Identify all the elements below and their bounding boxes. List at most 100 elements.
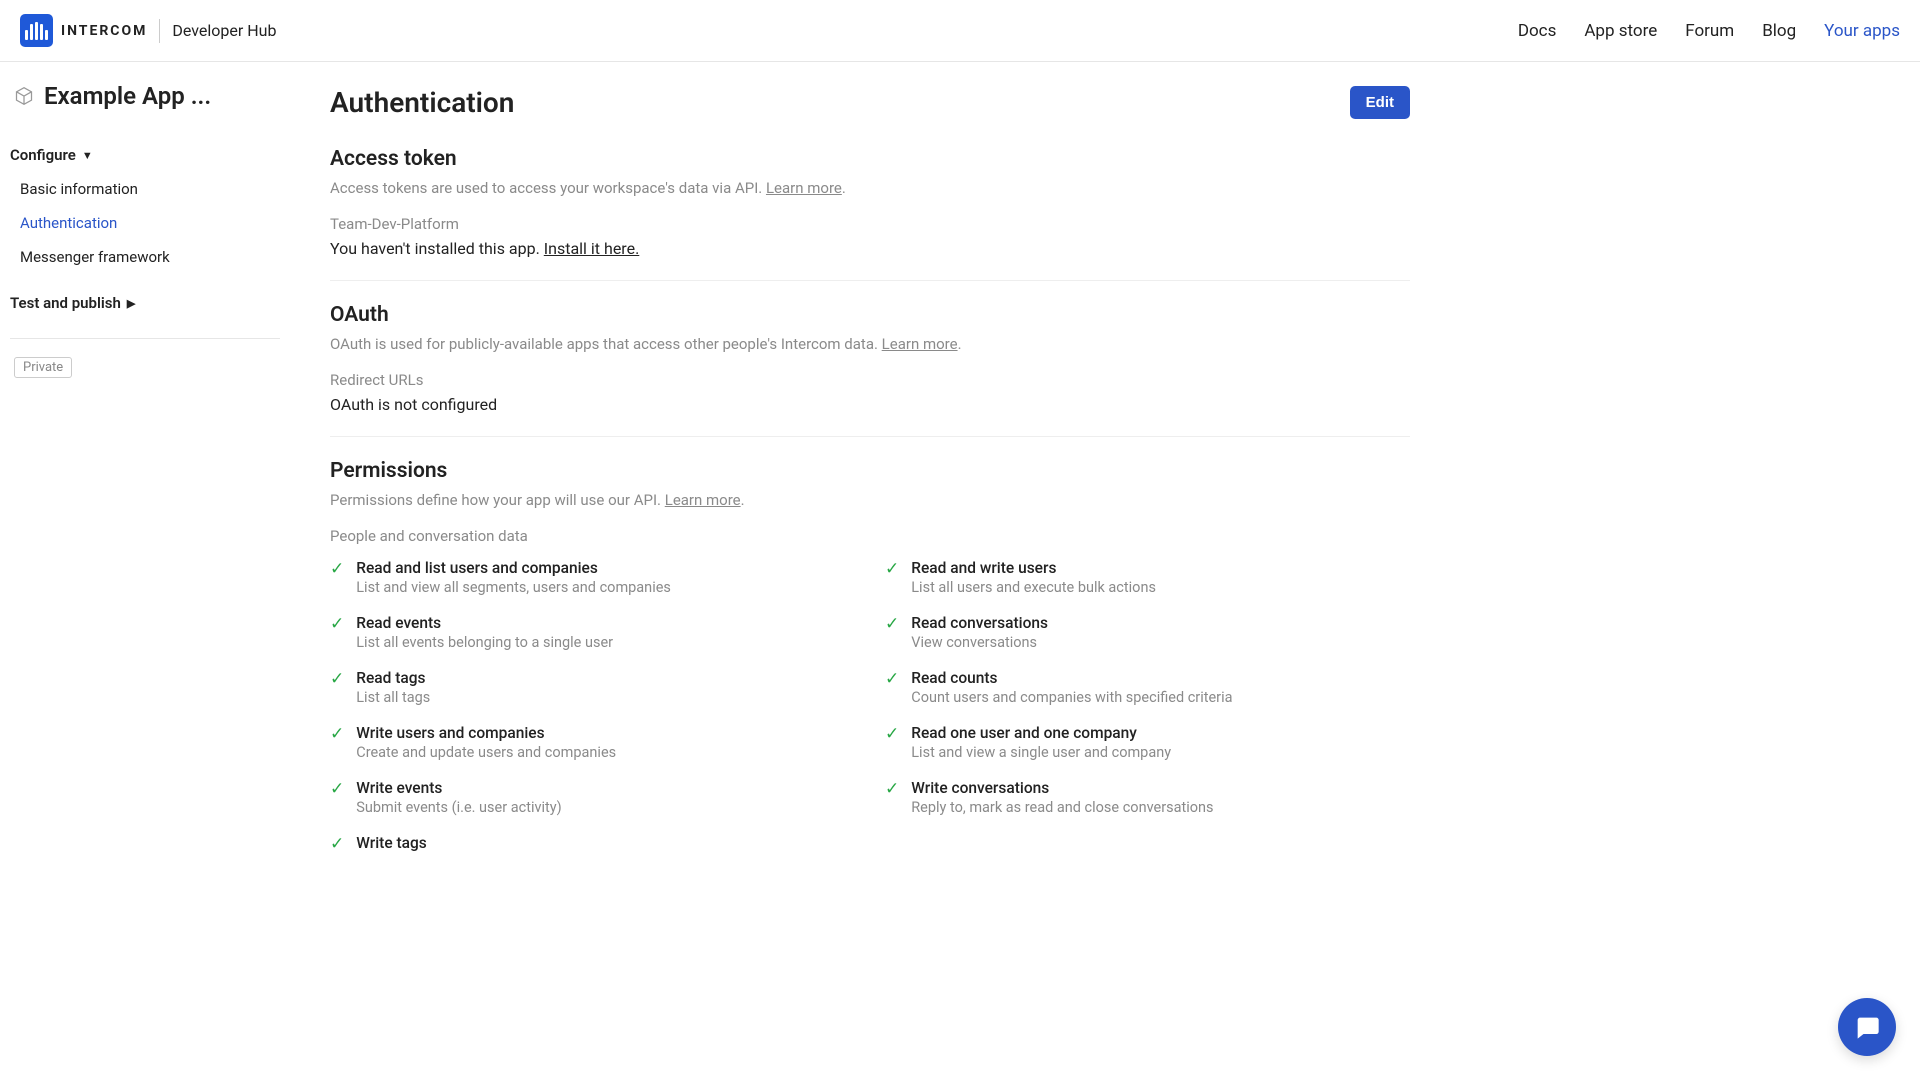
permission-text: Write tags [356,834,427,854]
visibility-badge: Private [14,357,72,378]
permission-title: Read conversations [911,614,1048,632]
main-content: Authentication Edit Access token Access … [290,62,1450,938]
permission-desc: Reply to, mark as read and close convers… [911,799,1213,816]
page-title: Authentication [330,86,514,119]
permission-desc: Create and update users and companies [356,744,616,761]
check-icon: ✓ [885,724,899,761]
permission-item: ✓ Write conversationsReply to, mark as re… [885,779,1410,816]
edit-button[interactable]: Edit [1350,86,1410,119]
permission-item: ✓ Write tags [330,834,855,854]
permission-title: Read and list users and companies [356,559,671,577]
sidebar-items: Basic information Authentication Messeng… [10,172,280,274]
desc-text: Access tokens are used to access your wo… [330,179,766,197]
check-icon: ✓ [330,669,344,706]
permission-item: ✓ Write users and companies Create and upd… [330,724,855,761]
permission-item: ✓Read one user and one companyList and v… [885,724,1410,761]
permission-text: Read tagsList all tags [356,669,430,706]
desc-text: Permissions define how your app will use… [330,491,665,509]
desc-text: OAuth is used for publicly-available app… [330,335,882,353]
app-title: Example App ... [10,82,280,110]
permission-text: Write users and companies Create and upda… [356,724,616,761]
desc-post: . [741,491,745,509]
permission-title: Write users and companies [356,724,616,742]
permission-item: ✓ Read events List all events belonging to… [330,614,855,651]
permissions-grid: ✓ Read and list users and companies List a… [330,559,1410,854]
learn-more-link[interactable]: Learn more [882,335,958,353]
sidebar-section-label: Test and publish [10,294,121,312]
install-link[interactable]: Install it here. [544,239,640,258]
permission-title: Read tags [356,669,430,687]
permission-text: Read conversationsView conversations [911,614,1048,651]
permission-item: ✓ Read tagsList all tags [330,669,855,706]
permission-text: Read events List all events belonging to … [356,614,613,651]
permission-desc: List and view all segments, users and co… [356,579,671,596]
logo[interactable]: INTERCOM [20,14,147,47]
redirect-urls-label: Redirect URLs [330,371,1410,389]
permission-desc: Submit events (i.e. user activity) [356,799,561,816]
global-header: INTERCOM Developer Hub Docs App store Fo… [0,0,1920,62]
nav-blog[interactable]: Blog [1762,21,1796,41]
permission-title: Write events [356,779,561,797]
install-text: You haven't installed this app. [330,239,544,258]
chevron-right-icon: ▶ [127,297,135,310]
header-nav: Docs App store Forum Blog Your apps [1518,21,1900,41]
permission-text: Write conversationsReply to, mark as rea… [911,779,1213,816]
permission-text: Write events Submit events (i.e. user act… [356,779,561,816]
sidebar-item-authentication[interactable]: Authentication [10,206,280,240]
logo-text: INTERCOM [61,23,147,39]
desc-post: . [842,179,846,197]
chat-widget-button[interactable] [1838,998,1896,1056]
learn-more-link[interactable]: Learn more [665,491,741,509]
section-heading: OAuth [330,303,1410,327]
section-description: Access tokens are used to access your wo… [330,179,1410,197]
permission-desc: Count users and companies with specified… [911,689,1232,706]
learn-more-link[interactable]: Learn more [766,179,842,197]
section-permissions: Permissions Permissions define how your … [330,459,1410,876]
check-icon: ✓ [885,614,899,651]
intercom-logo-icon [20,14,53,47]
workspace-label: Team-Dev-Platform [330,215,1410,233]
desc-post: . [958,335,962,353]
permission-title: Read one user and one company [911,724,1171,742]
sidebar-item-messenger-framework[interactable]: Messenger framework [10,240,280,274]
nav-app-store[interactable]: App store [1584,21,1657,41]
sidebar-section-configure[interactable]: Configure ▼ [10,138,280,172]
sidebar-section-test-publish[interactable]: Test and publish ▶ [10,286,280,320]
permission-title: Read and write users [911,559,1156,577]
permission-text: Read and list users and companies List an… [356,559,671,596]
permission-group-label: People and conversation data [330,527,1410,545]
check-icon: ✓ [885,669,899,706]
permission-item: ✓ Read and list users and companies List a… [330,559,855,596]
install-status: You haven't installed this app. Install … [330,239,1410,258]
chat-icon [1853,1013,1881,1041]
sidebar-item-basic-info[interactable]: Basic information [10,172,280,206]
header-subtitle: Developer Hub [172,21,276,40]
permission-desc: List all users and execute bulk actions [911,579,1156,596]
section-heading: Permissions [330,459,1410,483]
sidebar-divider [10,338,280,339]
main-header: Authentication Edit [330,86,1410,119]
divider [159,19,160,43]
check-icon: ✓ [330,834,344,854]
check-icon: ✓ [330,614,344,651]
check-icon: ✓ [330,724,344,761]
app-title-text: Example App ... [44,82,211,110]
permission-item: ✓ Write events Submit events (i.e. user ac… [330,779,855,816]
section-access-token: Access token Access tokens are used to a… [330,147,1410,281]
chevron-down-icon: ▼ [82,149,93,162]
nav-forum[interactable]: Forum [1685,21,1734,41]
nav-docs[interactable]: Docs [1518,21,1557,41]
check-icon: ✓ [330,779,344,816]
check-icon: ✓ [885,779,899,816]
permission-title: Read events [356,614,613,632]
permission-desc: List all events belonging to a single us… [356,634,613,651]
oauth-status: OAuth is not configured [330,395,1410,414]
permission-item: ✓ Read counts Count users and companies wi… [885,669,1410,706]
check-icon: ✓ [330,559,344,596]
sidebar-section-label: Configure [10,146,76,164]
permission-text: Read counts Count users and companies wit… [911,669,1232,706]
header-left: INTERCOM Developer Hub [20,14,276,47]
permission-text: Read and write users List all users and e… [911,559,1156,596]
permission-title: Read counts [911,669,1232,687]
nav-your-apps[interactable]: Your apps [1824,21,1900,41]
